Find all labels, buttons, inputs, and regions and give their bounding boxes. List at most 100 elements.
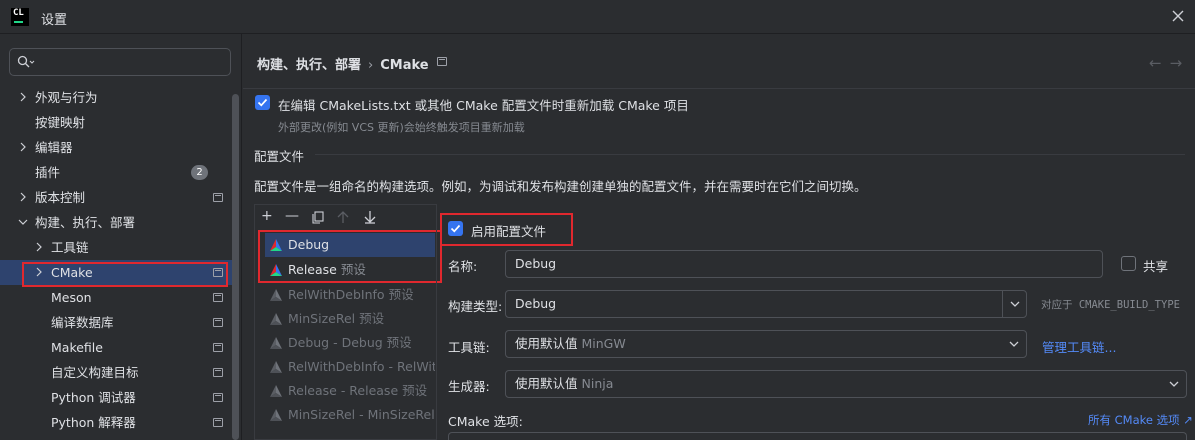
sidebar-item-label: Makefile: [51, 340, 103, 355]
profile-item-release-release[interactable]: Release - Release 预设: [265, 379, 435, 403]
sidebar-scrollbar[interactable]: [232, 94, 239, 440]
build-type-combobox[interactable]: Debug: [505, 290, 1027, 318]
generator-hint: Ninja: [581, 376, 614, 391]
chevron-down-icon: [18, 219, 28, 225]
profile-item-relwithdebinfo[interactable]: RelWithDebInfo 预设: [265, 283, 435, 307]
preset-tag: 预设: [388, 287, 414, 302]
build-type-label: 构建类型:: [448, 299, 503, 314]
project-level-icon: [213, 418, 223, 427]
cmake-icon: [270, 313, 282, 325]
chevron-right-icon: [36, 242, 42, 252]
section-divider: [315, 154, 1185, 155]
share-label[interactable]: 共享: [1143, 256, 1168, 275]
close-icon[interactable]: [1171, 9, 1185, 23]
sidebar-item-plugins[interactable]: 插件 2: [0, 160, 234, 185]
chevron-right-icon: [20, 142, 26, 152]
toolchain-label: 工具链:: [448, 340, 490, 355]
toolchain-hint: MinGW: [581, 336, 626, 351]
highlight-box: [22, 262, 228, 287]
nav-arrows: ←→: [1149, 54, 1190, 72]
chevron-down-icon[interactable]: [1162, 371, 1186, 397]
project-level-icon: [213, 318, 223, 327]
profile-name: MinSizeRel: [288, 311, 356, 326]
sidebar-item-keymap[interactable]: 按键映射: [0, 110, 234, 135]
reload-cmake-checkbox[interactable]: [255, 95, 270, 110]
chevron-down-icon[interactable]: [1002, 291, 1026, 317]
sidebar-item-custom-targets[interactable]: 自定义构建目标: [0, 360, 234, 385]
project-level-icon: [437, 57, 447, 66]
forward-arrow-icon[interactable]: →: [1170, 54, 1191, 72]
sidebar-item-python-debugger[interactable]: Python 调试器: [0, 385, 234, 410]
back-arrow-icon[interactable]: ←: [1149, 54, 1170, 72]
sidebar-item-label: 编译数据库: [51, 315, 114, 330]
project-level-icon: [213, 393, 223, 402]
sidebar-item-vcs[interactable]: 版本控制: [0, 185, 234, 210]
cmake-options-label: CMake 选项:: [448, 414, 523, 429]
sidebar-item-label: 工具链: [51, 240, 89, 255]
settings-content: 构建、执行、部署 › CMake ←→ 在编辑 CMakeLists.txt 或其他…: [243, 34, 1195, 440]
all-cmake-options-link[interactable]: 所有 CMake 选项 ↗: [1088, 412, 1193, 428]
sidebar-item-appearance[interactable]: 外观与行为: [0, 85, 234, 110]
move-down-icon[interactable]: [364, 210, 376, 224]
reload-cmake-label[interactable]: 在编辑 CMakeLists.txt 或其他 CMake 配置文件时重新加载 C…: [278, 95, 689, 114]
search-icon: [17, 55, 35, 68]
profile-name-input[interactable]: Debug: [505, 250, 1103, 278]
toolchain-value: 使用默认值: [515, 336, 578, 351]
copy-profile-icon[interactable]: [312, 211, 324, 224]
profile-name: RelWithDebInfo: [288, 287, 385, 302]
cmake-icon: [270, 289, 282, 301]
sidebar-item-meson[interactable]: Meson: [0, 285, 234, 310]
profile-item-minsizerel[interactable]: MinSizeRel 预设: [265, 307, 435, 331]
profile-name: Debug - Debug: [288, 335, 383, 350]
generator-label: 生成器:: [448, 379, 490, 394]
cmake-options-input[interactable]: [448, 432, 1187, 440]
share-checkbox[interactable]: [1121, 256, 1136, 271]
breadcrumb-current: CMake: [380, 58, 429, 73]
sidebar-item-toolchains[interactable]: 工具链: [0, 235, 234, 260]
cmake-icon: [270, 409, 282, 421]
profile-name: RelWithDebInfo - RelWith: [288, 359, 435, 374]
project-level-icon: [213, 343, 223, 352]
project-level-icon: [213, 293, 223, 302]
chevron-down-icon[interactable]: [1002, 331, 1026, 357]
name-label: 名称:: [448, 259, 478, 274]
sidebar-item-editor[interactable]: 编辑器: [0, 135, 234, 160]
sidebar-item-makefile[interactable]: Makefile: [0, 335, 234, 360]
cmake-icon: [270, 385, 282, 397]
profile-item-relwithdebinfo-relwith[interactable]: RelWithDebInfo - RelWith: [265, 355, 435, 379]
search-input[interactable]: [9, 48, 231, 76]
sidebar-item-build[interactable]: 构建、执行、部署: [0, 210, 234, 235]
move-up-icon[interactable]: [337, 210, 349, 224]
sidebar-item-label: 按键映射: [35, 115, 86, 130]
generator-select[interactable]: 使用默认值 Ninja: [505, 370, 1187, 398]
add-profile-button[interactable]: +: [261, 208, 273, 224]
preset-tag: 预设: [386, 335, 412, 350]
profile-name: Release - Release: [288, 383, 399, 398]
breadcrumb-parent[interactable]: 构建、执行、部署: [257, 58, 361, 73]
cmake-icon: [270, 337, 282, 349]
sidebar-item-compilation-db[interactable]: 编译数据库: [0, 310, 234, 335]
chevron-right-icon: [20, 92, 26, 102]
sidebar-item-python-interpreter[interactable]: Python 解释器: [0, 410, 234, 435]
sidebar-item-label: 版本控制: [35, 190, 86, 205]
chevron-right-icon: [20, 192, 26, 202]
profile-item-minsizerel-minsizerel[interactable]: MinSizeRel - MinSizeRel 预: [265, 403, 435, 427]
toolchain-select[interactable]: 使用默认值 MinGW: [505, 330, 1027, 358]
profile-toolbar: + —: [255, 205, 436, 229]
clion-logo: CL: [11, 8, 29, 26]
build-type-hint: 对应于 CMAKE_BUILD_TYPE: [1041, 299, 1180, 311]
panel-divider: [436, 204, 437, 440]
profile-item-debug-debug[interactable]: Debug - Debug 预设: [265, 331, 435, 355]
project-level-icon: [213, 193, 223, 202]
header-divider: [243, 88, 1195, 89]
build-type-value: Debug: [515, 296, 557, 311]
profiles-description: 配置文件是一组命名的构建选项。例如，为调试和发布构建创建单独的配置文件，并在需要…: [254, 179, 867, 194]
sidebar-item-label: 插件: [35, 165, 61, 180]
sidebar-item-label: 编辑器: [35, 140, 73, 155]
reload-cmake-hint: 外部更改(例如 VCS 更新)会始终触发项目重新加载: [278, 121, 525, 134]
window-title: 设置: [41, 13, 68, 28]
manage-toolchains-link[interactable]: 管理工具链...: [1042, 337, 1116, 356]
remove-profile-button[interactable]: —: [285, 208, 299, 224]
preset-tag: 预设: [359, 311, 385, 326]
settings-sidebar: 外观与行为 按键映射 编辑器 插件 2 版本控制 构建、执行、部署 工具链 CM…: [0, 34, 242, 440]
